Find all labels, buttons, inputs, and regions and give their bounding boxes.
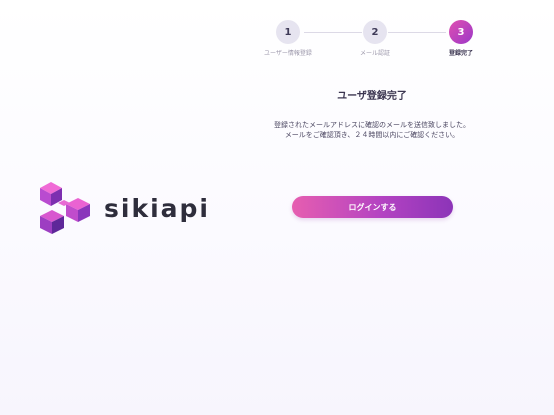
registration-stepper: 1 ユーザー情報登録 2 メール認証 3 登録完了 — [262, 20, 476, 64]
brand: sikiapi — [38, 180, 210, 236]
step-label: ユーザー情報登録 — [264, 50, 312, 57]
message-line: メールをご確認頂き、２４時間以内にご確認ください。 — [284, 131, 460, 139]
step-1: 1 ユーザー情報登録 — [258, 20, 318, 57]
confirmation-message: 登録されたメールアドレスに確認のメールを送信致しました。 メールをご確認頂き、２… — [262, 120, 482, 140]
sikiapi-cube-logo-icon — [40, 182, 90, 234]
step-number: 2 — [363, 20, 387, 44]
step-number: 1 — [276, 20, 300, 44]
step-label: 登録完了 — [448, 50, 473, 57]
message-line: 登録されたメールアドレスに確認のメールを送信致しました。 — [274, 121, 470, 129]
login-button[interactable]: ログインする — [292, 196, 453, 218]
step-3: 3 登録完了 — [431, 20, 491, 57]
brand-name: sikiapi — [104, 193, 210, 223]
step-label: メール認証 — [359, 50, 390, 57]
step-number: 3 — [449, 20, 473, 44]
step-2: 2 メール認証 — [345, 20, 405, 57]
page-title: ユーザ登録完了 — [337, 91, 407, 102]
